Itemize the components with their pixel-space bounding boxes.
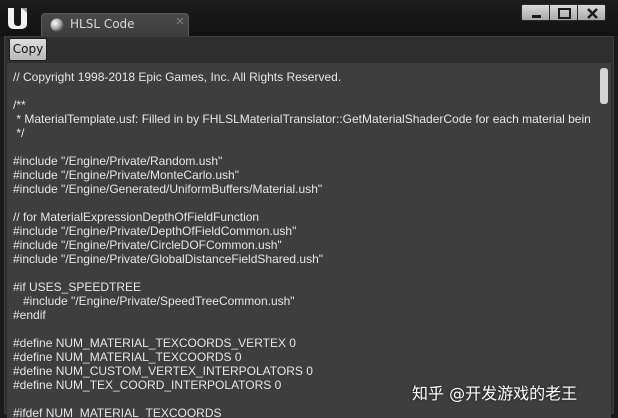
- title-bar[interactable]: HLSL Code: [0, 0, 618, 36]
- code-line: #include "/Engine/Private/CircleDOFCommo…: [13, 238, 282, 252]
- window-controls: [521, 4, 606, 21]
- vertical-scrollbar-thumb[interactable]: [600, 68, 608, 104]
- code-line: #endif: [13, 308, 46, 322]
- code-line: // for MaterialExpressionDepthOfFieldFun…: [13, 210, 260, 224]
- code-line: #define NUM_CUSTOM_VERTEX_INTERPOLATORS …: [13, 364, 313, 378]
- code-line: */: [13, 126, 25, 140]
- close-icon: [587, 8, 598, 19]
- maximize-icon: [558, 8, 571, 19]
- material-sphere-icon: [50, 18, 64, 32]
- hlsl-code-view[interactable]: // Copyright 1998-2018 Epic Games, Inc. …: [7, 63, 611, 418]
- code-line: * MaterialTemplate.usf: Filled in by FHL…: [13, 112, 591, 126]
- unreal-engine-logo-icon: [8, 8, 27, 29]
- tab-close-icon[interactable]: [176, 17, 184, 25]
- code-line: #define NUM_MATERIAL_TEXCOORDS 0: [13, 350, 242, 364]
- maximize-button[interactable]: [549, 4, 578, 21]
- code-line: #if USES_SPEEDTREE: [13, 280, 142, 294]
- code-line: #include "/Engine/Private/SpeedTreeCommo…: [13, 294, 295, 308]
- minimize-button[interactable]: [521, 4, 550, 21]
- code-line: #include "/Engine/Generated/UniformBuffe…: [13, 182, 323, 196]
- code-line: #include "/Engine/Private/Random.ush": [13, 154, 223, 168]
- minimize-icon: [532, 15, 541, 18]
- code-line: #define NUM_MATERIAL_TEXCOORDS_VERTEX 0: [13, 336, 296, 350]
- copy-button[interactable]: Copy: [9, 38, 47, 61]
- code-line: #include "/Engine/Private/DepthOfFieldCo…: [13, 224, 297, 238]
- watermark-text: 知乎 @开发游戏的老王: [412, 384, 578, 403]
- tab-hlsl-code[interactable]: HLSL Code: [41, 13, 189, 36]
- close-button[interactable]: [577, 4, 606, 21]
- code-line: #include "/Engine/Private/GlobalDistance…: [13, 252, 324, 266]
- code-line: // Copyright 1998-2018 Epic Games, Inc. …: [13, 70, 342, 84]
- tab-title: HLSL Code: [70, 17, 135, 31]
- hlsl-code-window: HLSL Code Copy // Copyright 1998-2018 Ep…: [0, 0, 618, 418]
- code-line: #include "/Engine/Private/MonteCarlo.ush…: [13, 168, 239, 182]
- code-line: /**: [13, 98, 26, 112]
- code-lines: // Copyright 1998-2018 Epic Games, Inc. …: [13, 70, 597, 418]
- code-line: #ifdef NUM_MATERIAL_TEXCOORDS: [13, 406, 222, 418]
